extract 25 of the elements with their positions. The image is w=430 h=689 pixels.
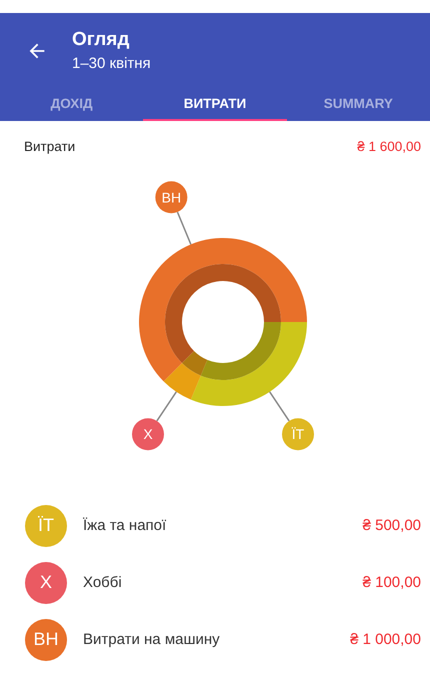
category-avatar: ВН: [25, 618, 67, 660]
category-name: Їжа та напої: [83, 517, 168, 534]
leader-line: [269, 391, 290, 422]
slice-label: Х: [143, 426, 154, 442]
tab[interactable]: ВИТРАТИ: [143, 88, 287, 121]
category-amount: ₴ 1 000,00: [350, 631, 421, 648]
category-bubble: Х: [132, 418, 164, 450]
date-range: 1–30 квітня: [72, 55, 151, 72]
category-amount: ₴ 100,00: [362, 574, 421, 591]
summary-label: Витрати: [24, 139, 76, 154]
screen-title: Огляд: [72, 29, 130, 51]
category-bubble: ВН: [155, 181, 188, 214]
category-name: Хоббі: [83, 574, 123, 591]
category-name: Витрати на машину: [83, 631, 221, 648]
category-bubble: ЇТ: [282, 418, 314, 450]
leader-line: [176, 212, 192, 245]
summary-amount: ₴ 1 600,00: [357, 139, 421, 154]
leader-line: [156, 391, 177, 422]
tab[interactable]: SUMMARY: [286, 88, 430, 121]
tab[interactable]: ДОХІД: [0, 88, 144, 121]
slice-label: ЇТ: [292, 426, 305, 442]
category-avatar: ЇТ: [25, 504, 67, 546]
category-avatar: Х: [25, 562, 67, 604]
slice-label: ВН: [162, 189, 182, 206]
category-amount: ₴ 500,00: [362, 517, 421, 534]
